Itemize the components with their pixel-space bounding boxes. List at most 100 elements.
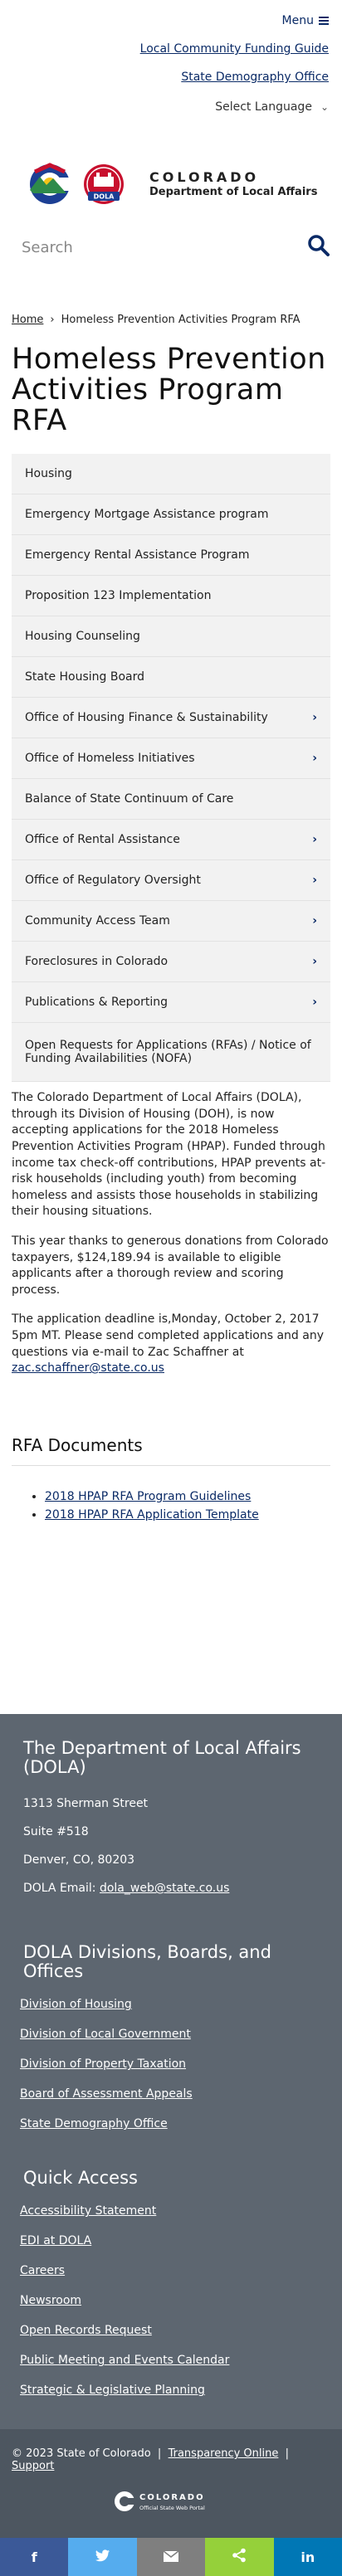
logo-department-name: Department of Local Affairs [149, 185, 318, 198]
section-nav-item-label: Office of Homeless Initiatives [25, 752, 195, 766]
intro-paragraph: The Colorado Department of Local Affairs… [12, 1091, 326, 1219]
footer-link-accessibility-statement[interactable]: Accessibility Statement [20, 2204, 322, 2218]
chevron-right-icon[interactable]: › [312, 833, 317, 846]
portal-logo-line2: Official State Web Portal [139, 2505, 205, 2511]
footer-link-division-of-property-taxation[interactable]: Division of Property Taxation [20, 2057, 322, 2071]
footer-link-board-of-assessment-appeals[interactable]: Board of Assessment Appeals [20, 2087, 322, 2101]
linkedin-share-button[interactable]: in [273, 2538, 342, 2576]
section-nav-item[interactable]: Proposition 123 Implementation [12, 576, 330, 617]
copyright-text: © 2023 State of Colorado [12, 2447, 151, 2460]
footer-address-line3: Denver, CO, 80203 [23, 1853, 135, 1867]
footer-link-edi-at-dola[interactable]: EDI at DOLA [20, 2234, 322, 2247]
footer-divisions-links: Division of Housing Division of Local Go… [0, 1998, 342, 2130]
footer-legal-line: © 2023 State of Colorado | Transparency … [12, 2447, 293, 2472]
language-select[interactable]: Select Language ⌄ [215, 100, 329, 114]
breadcrumb-current: Homeless Prevention Activities Program R… [61, 314, 300, 326]
chevron-right-icon[interactable]: › [312, 914, 317, 928]
rfa-guidelines-link[interactable]: 2018 HPAP RFA Program Guidelines [45, 1490, 251, 1503]
rfa-divider [12, 1464, 330, 1466]
footer-contact: The Department of Local Affairs (DOLA) 1… [0, 1714, 342, 1895]
menu-button[interactable]: Menu [282, 14, 329, 27]
footer-link-open-records-request[interactable]: Open Records Request [20, 2324, 322, 2337]
deadline-text: The application deadline is,Monday, Octo… [12, 1312, 324, 1359]
email-share-button[interactable] [136, 2538, 206, 2576]
rfa-application-template-link[interactable]: 2018 HPAP RFA Application Template [45, 1508, 259, 1522]
hamburger-icon [319, 15, 329, 27]
footer-quick-access-title: Quick Access [23, 2168, 138, 2189]
footer-link-division-of-housing[interactable]: Division of Housing [20, 1998, 322, 2011]
section-nav-item[interactable]: Office of Regulatory Oversight › [12, 860, 330, 902]
footer-address-line1: 1313 Sherman Street [23, 1797, 149, 1811]
section-nav-item-label: Office of Housing Finance & Sustainabili… [25, 711, 268, 725]
section-nav-item-label: Emergency Rental Assistance Program [25, 548, 250, 562]
local-community-funding-guide-link[interactable]: Local Community Funding Guide [13, 42, 329, 56]
section-nav-item[interactable]: Foreclosures in Colorado › [12, 942, 330, 983]
footer-link-state-demography-office[interactable]: State Demography Office [20, 2117, 322, 2130]
section-nav-item[interactable]: Open Requests for Applications (RFAs) / … [12, 1023, 330, 1083]
facebook-share-button[interactable]: f [0, 2538, 69, 2576]
facebook-icon: f [31, 2549, 37, 2565]
footer-link-strategic-legislative-planning[interactable]: Strategic & Legislative Planning [20, 2384, 322, 2397]
chevron-right-icon[interactable]: › [312, 711, 317, 724]
chevron-right-icon[interactable]: › [312, 955, 317, 968]
top-utility-nav: Menu Local Community Funding Guide State… [0, 0, 342, 114]
chevron-right-icon[interactable]: › [312, 874, 317, 887]
search-icon[interactable] [307, 234, 330, 261]
section-nav-item[interactable]: Office of Homeless Initiatives › [12, 738, 330, 780]
section-nav-item[interactable]: Publications & Reporting › [12, 982, 330, 1024]
section-nav-item-label: Office of Regulatory Oversight [25, 874, 201, 888]
logo-state-name: COLORADO [149, 168, 260, 185]
article-body: The Colorado Department of Local Affairs… [12, 1090, 330, 1377]
language-select-label: Select Language [215, 100, 312, 114]
section-nav-item[interactable]: State Housing Board [12, 657, 330, 699]
list-item: 2018 HPAP RFA Program Guidelines [45, 1488, 342, 1506]
section-nav-item[interactable]: Office of Housing Finance & Sustainabili… [12, 698, 330, 739]
chevron-right-icon[interactable]: › [312, 996, 317, 1009]
colorado-portal-logo[interactable]: COLORADO Official State Web Portal [0, 2487, 342, 2519]
state-demography-office-link[interactable]: State Demography Office [13, 71, 329, 84]
section-nav-item[interactable]: Emergency Rental Assistance Program [12, 535, 330, 577]
site-logo[interactable]: DOLA COLORADO Department of Local Affair… [0, 155, 342, 213]
footer-quick-access-links: Accessibility Statement EDI at DOLA Care… [0, 2204, 342, 2397]
section-nav-item[interactable]: Housing [12, 454, 330, 495]
footer-link-newsroom[interactable]: Newsroom [20, 2294, 322, 2307]
footer-email-label: DOLA Email: [23, 1882, 100, 1896]
section-nav-item-label: Office of Rental Assistance [25, 833, 180, 847]
section-nav-item[interactable]: Community Access Team › [12, 901, 330, 942]
section-nav-item-label: Open Requests for Applications (RFAs) / … [25, 1039, 311, 1066]
share-button[interactable] [205, 2538, 274, 2576]
chevron-down-icon: ⌄ [320, 101, 329, 113]
section-nav-item-label: Housing [25, 467, 72, 481]
breadcrumb-home-link[interactable]: Home [12, 314, 43, 326]
email-icon [163, 2549, 179, 2565]
footer-bottom-bar: © 2023 State of Colorado | Transparency … [0, 2429, 342, 2546]
section-nav-item[interactable]: Balance of State Continuum of Care [12, 779, 330, 821]
chevron-right-icon[interactable]: › [312, 752, 317, 765]
site-footer: The Department of Local Affairs (DOLA) 1… [0, 1714, 342, 2546]
search-input[interactable]: Search [22, 239, 73, 256]
portal-logo-line1: COLORADO [139, 2493, 205, 2502]
support-link[interactable]: Support [12, 2460, 54, 2472]
list-item: 2018 HPAP RFA Application Template [45, 1506, 342, 1524]
section-nav-item-label: Housing Counseling [25, 630, 140, 644]
section-nav-item-label: Foreclosures in Colorado [25, 955, 169, 969]
menu-label: Menu [281, 14, 314, 27]
dola-logo-mark: DOLA [17, 157, 141, 212]
breadcrumb-separator: › [50, 314, 55, 326]
linkedin-icon: in [300, 2549, 315, 2565]
page-title: Homeless Prevention Activities Program R… [12, 343, 326, 437]
contact-email-link[interactable]: zac.schaffner@state.co.us [12, 1361, 164, 1375]
share-icon [232, 2548, 247, 2566]
svg-text:DOLA: DOLA [94, 193, 115, 201]
footer-link-careers[interactable]: Careers [20, 2264, 322, 2277]
footer-link-public-meeting-calendar[interactable]: Public Meeting and Events Calendar [20, 2354, 322, 2367]
footer-org-title: The Department of Local Affairs (DOLA) [23, 1738, 301, 1778]
section-nav-item-label: State Housing Board [25, 670, 145, 684]
section-nav-item[interactable]: Housing Counseling [12, 616, 330, 658]
footer-email-link[interactable]: dola_web@state.co.us [100, 1882, 229, 1895]
footer-link-division-of-local-government[interactable]: Division of Local Government [20, 2028, 322, 2041]
section-nav-item[interactable]: Office of Rental Assistance › [12, 820, 330, 861]
twitter-share-button[interactable] [68, 2538, 137, 2576]
section-nav-item[interactable]: Emergency Mortgage Assistance program [12, 494, 330, 536]
transparency-online-link[interactable]: Transparency Online [169, 2447, 279, 2460]
